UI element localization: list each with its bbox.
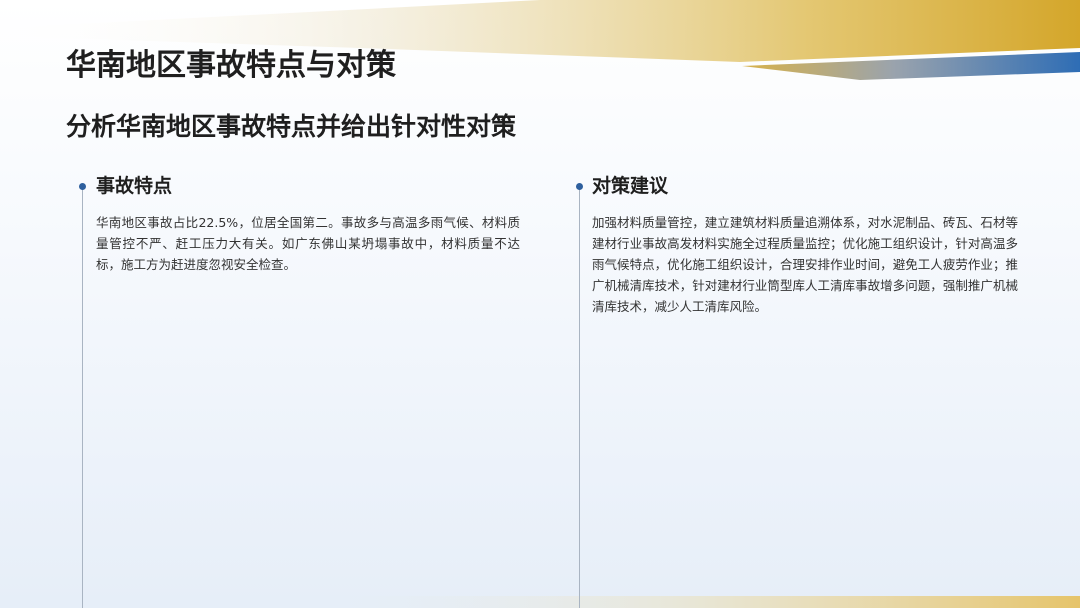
- slide-title: 华南地区事故特点与对策: [66, 48, 396, 83]
- bottom-band: [300, 596, 1080, 608]
- section-heading-recommendations: 对策建议: [592, 175, 669, 197]
- section-heading-characteristics: 事故特点: [96, 175, 173, 197]
- timeline-line-right: [579, 186, 580, 608]
- timeline-dot-left: [79, 183, 86, 190]
- timeline-dot-right: [576, 183, 583, 190]
- section-body-recommendations: 加强材料质量管控，建立建筑材料质量追溯体系，对水泥制品、砖瓦、石材等建材行业事故…: [592, 215, 1018, 314]
- slide-subtitle: 分析华南地区事故特点并给出针对性对策: [66, 112, 517, 141]
- slide: 华南地区事故特点与对策 分析华南地区事故特点并给出针对性对策 事故特点 华南地区…: [0, 0, 1080, 608]
- timeline-line-left: [82, 186, 83, 608]
- section-body-characteristics: 华南地区事故占比22.5%，位居全国第二。事故多与高温多雨气候、材料质量管控不严…: [96, 215, 520, 272]
- blue-header-stripe: [742, 52, 1080, 80]
